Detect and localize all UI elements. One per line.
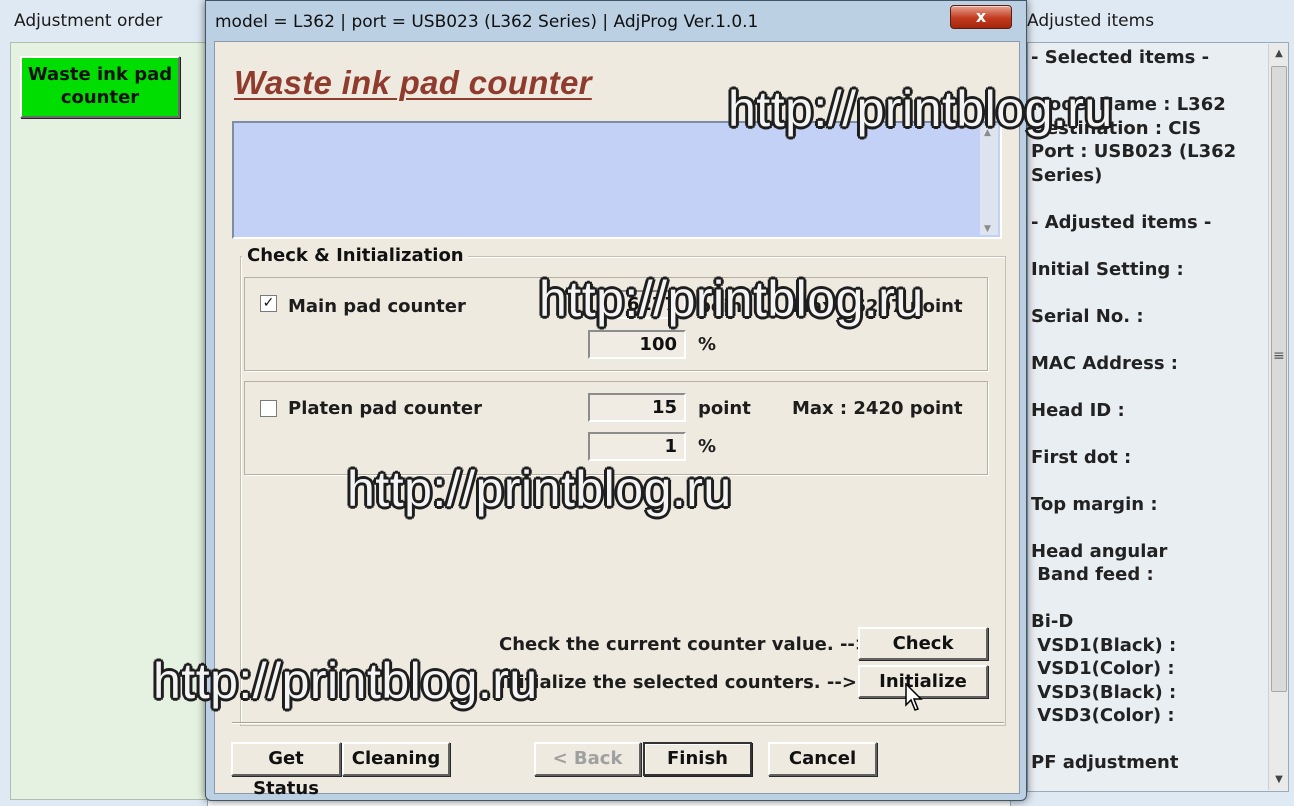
main-pad-percent-field: 100 [588,330,686,359]
check-hint: Check the current counter value. --> [499,634,870,655]
dialog-title: model = L362 | port = USB023 (L362 Serie… [215,12,759,32]
platen-pad-percent-unit: % [698,436,717,457]
adjusted-items-text: - Selected items - Model Name : L362 Des… [1031,47,1237,773]
finish-button[interactable]: Finish [643,742,752,776]
close-icon: x [975,7,987,26]
platen-pad-points-field: 15 [588,393,686,422]
cancel-button[interactable]: Cancel [768,742,877,776]
scroll-up-arrow-icon[interactable]: ▲ [1269,44,1289,64]
main-pad-checkbox[interactable]: ✓ [260,295,277,312]
scroll-down-arrow-icon[interactable]: ▼ [1269,770,1289,790]
scroll-down-arrow-icon[interactable]: ▼ [984,224,991,234]
platen-pad-max: Max : 2420 point [792,398,963,419]
back-button[interactable]: < Back [534,742,641,776]
main-pad-percent-unit: % [698,334,717,355]
platen-pad-percent-field: 1 [588,432,686,461]
platen-pad-label: Platen pad counter [288,398,482,419]
divider [232,722,1004,724]
waste-ink-pad-counter-button[interactable]: Waste ink pad counter [20,56,180,118]
group-label: Check & Initialization [242,245,468,266]
description-scrollbar[interactable]: ▲ ▼ [980,125,998,235]
checkmark-icon: ✓ [262,295,275,311]
page-heading: Waste ink pad counter [234,64,592,101]
initialize-hint: Initialize the selected counters. --> [499,672,857,693]
check-button[interactable]: Check [858,627,988,660]
watermark: http://printblog.ru [539,271,924,327]
description-box[interactable]: ▲ ▼ [232,121,1002,239]
cleaning-button[interactable]: Cleaning [342,742,450,776]
adjustment-order-title: Adjustment order [14,11,163,31]
adjusted-items-title: Adjusted items [1027,11,1155,31]
get-status-button[interactable]: Get Status [231,742,341,799]
watermark: http://printblog.ru [347,461,732,517]
close-button[interactable]: x [950,5,1012,29]
adjusted-items-scrollbar[interactable]: ▲ ≡ ▼ [1268,44,1288,790]
mouse-cursor-icon [905,683,923,711]
platen-pad-checkbox[interactable] [260,400,277,417]
platen-pad-point-unit: point [698,398,751,419]
main-pad-label: Main pad counter [288,296,466,317]
watermark: http://printblog.ru [728,81,1113,137]
watermark: http://printblog.ru [153,653,538,709]
grip-icon: ≡ [1273,348,1285,364]
scroll-thumb[interactable] [1271,66,1287,692]
